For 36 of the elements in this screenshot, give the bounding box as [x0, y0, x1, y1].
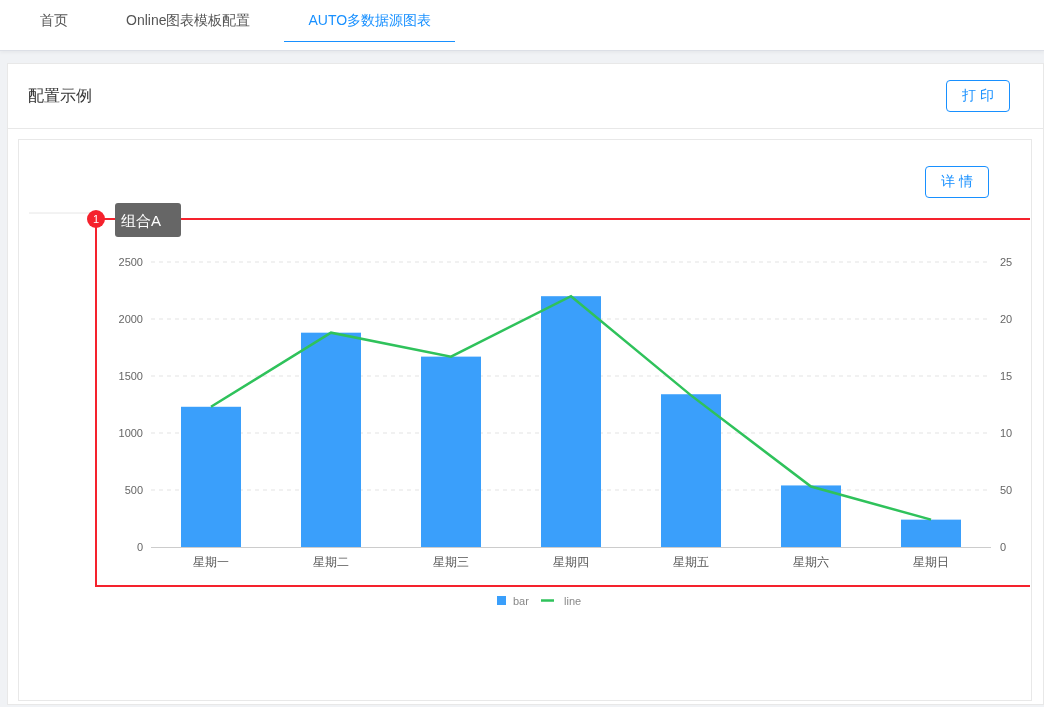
axis-label: 500 [124, 484, 143, 496]
axis-label: 1500 [118, 370, 143, 382]
axis-label: 25 [1000, 256, 1013, 268]
card-title: 配置示例 [28, 85, 92, 106]
badge-dot [87, 210, 105, 228]
axis-label: 星期日 [913, 555, 949, 569]
tab[interactable]: AUTO多数据源图表 [284, 0, 456, 42]
axis-label: 星期二 [313, 555, 349, 569]
legend-label: bar [513, 595, 529, 607]
axis-label: 星期三 [433, 555, 469, 569]
axis-label: 20 [1000, 313, 1013, 325]
bar [901, 519, 961, 547]
tab[interactable]: Online图表模板配置 [102, 0, 275, 42]
axis-label: 10 [1000, 427, 1013, 439]
axis-label: 2500 [118, 256, 143, 268]
detail-button[interactable]: 详 情 [925, 166, 989, 198]
bar [781, 485, 841, 547]
axis-label: 1000 [118, 427, 143, 439]
legend-label: line [564, 595, 582, 607]
leader-line [104, 218, 116, 220]
axis-label: 星期一 [193, 555, 229, 569]
axis-label: 15 [1000, 370, 1013, 382]
axis-label: 星期四 [553, 555, 589, 569]
tab[interactable]: 首页 [16, 0, 92, 42]
tooltip-background [115, 203, 181, 237]
tooltip-label: 组合A [121, 212, 161, 229]
axis-label: 0 [1000, 541, 1007, 553]
axis-label: 0 [136, 541, 143, 553]
legend-line-icon [541, 599, 554, 602]
axis-label: 2000 [118, 313, 143, 325]
axis-label: 星期六 [793, 555, 829, 569]
axis-label: 50 [1000, 484, 1013, 496]
print-button[interactable]: 打 印 [946, 80, 1010, 112]
badge-number: 1 [92, 213, 100, 225]
axis-label: 星期五 [673, 555, 709, 569]
legend-swatch-icon [497, 596, 506, 605]
